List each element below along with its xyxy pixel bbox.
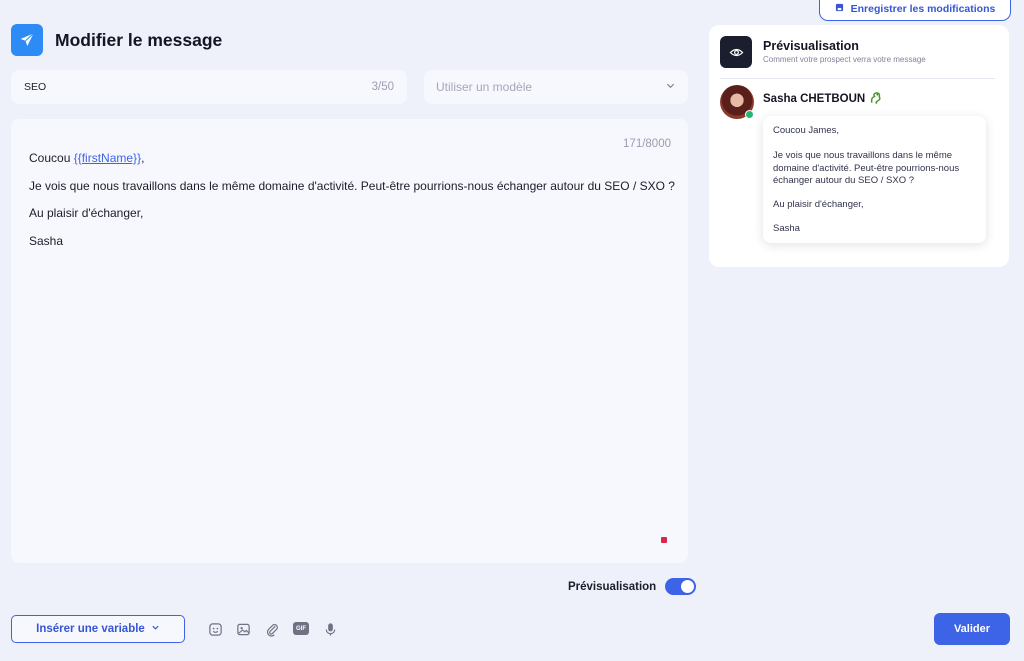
template-placeholder: Utiliser un modèle — [436, 80, 533, 94]
preview-line-greeting: Coucou James, — [773, 125, 840, 136]
page-header: Modifier le message — [11, 24, 222, 56]
preview-title: Prévisualisation — [763, 39, 859, 53]
message-counter: 171/8000 — [623, 138, 671, 150]
microphone-icon[interactable] — [322, 621, 338, 637]
status-indicator — [661, 537, 667, 543]
online-status-icon — [745, 110, 754, 119]
insert-variable-label: Insérer une variable — [36, 623, 145, 635]
subject-input[interactable]: SEO 3/50 — [11, 70, 407, 104]
insert-variable-button[interactable]: Insérer une variable — [11, 615, 185, 643]
divider — [720, 78, 995, 79]
subject-value: SEO — [24, 81, 47, 93]
preview-subtitle: Comment votre prospect verra votre messa… — [763, 55, 926, 64]
attachment-icon[interactable] — [264, 621, 280, 637]
eye-icon — [720, 36, 752, 68]
preview-line-body: Je vois que nous travaillons dans le mêm… — [773, 150, 960, 186]
chevron-down-icon — [665, 78, 676, 96]
message-editor[interactable]: 171/8000 Coucou {{firstName}}, Je vois q… — [11, 119, 688, 563]
image-icon[interactable] — [235, 621, 251, 637]
preview-toggle-label: Prévisualisation — [568, 580, 657, 593]
message-line-closing: Au plaisir d'échanger, — [29, 206, 144, 220]
preview-line-closing: Au plaisir d'échanger, — [773, 199, 864, 210]
dragon-emoji-icon — [869, 91, 882, 107]
preview-panel: Prévisualisation Comment votre prospect … — [709, 25, 1009, 267]
emoji-icon[interactable] — [207, 621, 223, 637]
paper-plane-icon — [11, 24, 43, 56]
template-select[interactable]: Utiliser un modèle — [424, 70, 688, 104]
save-changes-label: Enregistrer les modifications — [850, 3, 996, 15]
preview-toggle[interactable] — [665, 578, 697, 595]
page-title: Modifier le message — [55, 29, 223, 50]
message-line-signature: Sasha — [29, 234, 64, 248]
save-icon — [835, 3, 844, 15]
message-line-body: Je vois que nous travaillons dans le mêm… — [29, 179, 675, 193]
subject-counter: 3/50 — [371, 81, 394, 93]
variable-firstname[interactable]: {{firstName}} — [74, 151, 141, 165]
save-changes-button[interactable]: Enregistrer les modifications — [819, 0, 1011, 21]
message-line-greeting: Coucou {{firstName}}, — [29, 151, 145, 165]
preview-line-signature: Sasha — [773, 223, 800, 234]
validate-button[interactable]: Valider — [934, 613, 1010, 645]
message-preview-bubble: Coucou James, Je vois que nous travaillo… — [763, 116, 986, 243]
preview-toggle-row: Prévisualisation — [568, 578, 697, 595]
sender-name: Sasha CHETBOUN — [763, 91, 882, 107]
gif-icon[interactable]: GIF — [293, 622, 309, 635]
chevron-down-icon — [151, 623, 160, 635]
